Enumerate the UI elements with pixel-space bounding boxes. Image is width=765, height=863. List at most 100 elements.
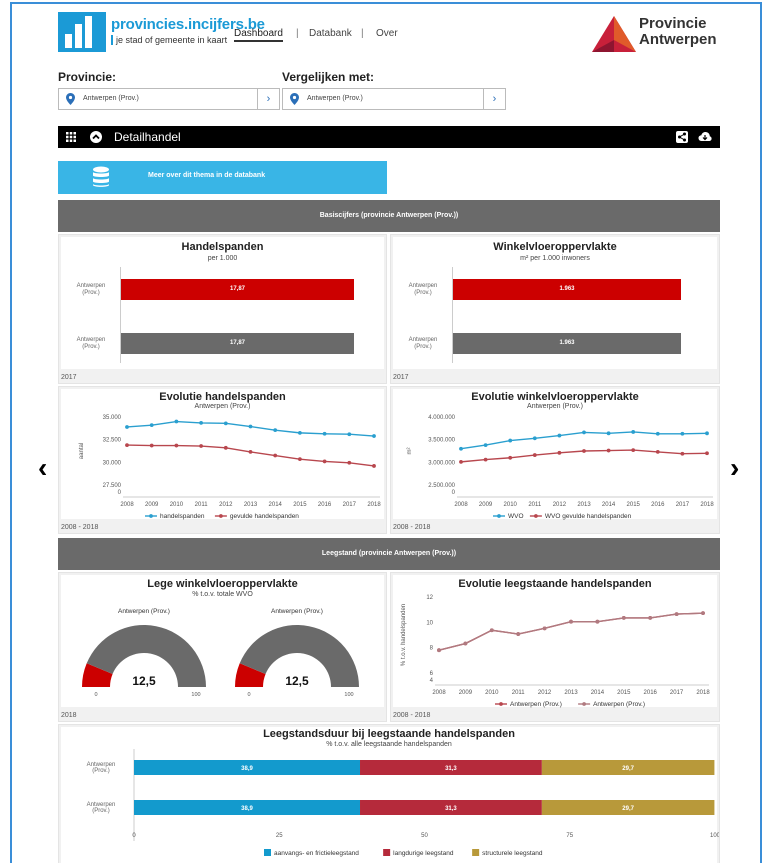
y-tick-label: 4.000.000 <box>428 415 455 421</box>
panel-inner: Leegstandsduur bij leegstaande handelspa… <box>61 727 719 863</box>
legend-label: langdurige leegstand <box>393 850 454 857</box>
y-axis-label: % t.o.v. handelspanden <box>401 604 407 666</box>
x-tick-label: 2011 <box>195 502 209 508</box>
x-tick-label: 2014 <box>602 502 616 508</box>
data-point <box>621 616 626 620</box>
legend-marker <box>534 514 538 518</box>
x-tick-label: 2010 <box>504 502 518 508</box>
panel-title: Evolutie winkelvloeroppervlakte <box>471 391 639 403</box>
data-point <box>298 430 302 435</box>
databank-button[interactable]: Meer over dit thema in de databank <box>58 161 387 194</box>
data-point <box>223 445 228 450</box>
nav-dashboard-label[interactable]: Dashboard <box>234 28 283 42</box>
map-pin-icon <box>290 93 299 105</box>
panel-title: Leegstandsduur bij leegstaande handelspa… <box>263 728 515 740</box>
data-point <box>437 648 441 653</box>
theme-bar: Detailhandel <box>58 126 720 148</box>
grid-menu-icon[interactable] <box>66 132 76 142</box>
data-point <box>606 431 611 436</box>
data-point <box>680 431 685 436</box>
x-tick-label: 2013 <box>244 502 258 508</box>
data-point <box>631 448 636 452</box>
compare-select[interactable]: Antwerpen (Prov.) › <box>282 88 506 110</box>
share-icon[interactable] <box>676 131 688 143</box>
bar-value[interactable]: 1.963 <box>453 279 681 300</box>
data-point <box>459 446 463 451</box>
panel-year: 2017 <box>393 374 409 381</box>
x-tick-label: 2008 <box>120 502 134 508</box>
x-tick-label: 2010 <box>170 502 184 508</box>
x-tick-label: 2008 <box>432 690 446 696</box>
theme-title: Detailhandel <box>114 130 181 144</box>
line-chart-handelspanden: 35.000 32.500 30.000 27.5000 2008 2009 2010 201… <box>79 415 381 520</box>
nav-dashboard[interactable]: Dashboard <box>234 28 283 42</box>
bar-value[interactable]: 17,87 <box>121 333 354 354</box>
cloud-download-icon[interactable] <box>698 131 712 143</box>
bar-value[interactable]: 17,87 <box>121 279 354 300</box>
data-point <box>463 641 468 646</box>
section-leegstand: Leegstand (provincie Antwerpen (Prov.)) <box>58 538 720 570</box>
x-tick-label: 2013 <box>577 502 591 508</box>
chevron-right-icon[interactable]: › <box>257 89 279 109</box>
nav-databank[interactable]: Databank <box>309 28 352 39</box>
chevron-right-icon[interactable]: › <box>483 89 505 109</box>
x-tick-label: 2010 <box>485 690 499 696</box>
data-point <box>483 457 488 462</box>
x-tick-label: 2014 <box>269 502 283 508</box>
province-brand: Provincie Antwerpen <box>639 16 717 48</box>
map-pin-icon <box>66 93 75 105</box>
panel-lege-wvo: Lege winkelvloeroppervlakte % t.o.v. tot… <box>58 572 387 722</box>
collapse-up-icon[interactable] <box>90 131 102 143</box>
x-tick-label: 2015 <box>627 502 641 508</box>
legend-marker <box>499 702 503 706</box>
province-select[interactable]: Antwerpen (Prov.) › <box>58 88 280 110</box>
x-tick-label: 2014 <box>591 690 605 696</box>
data-point <box>532 436 537 441</box>
data-point <box>248 450 253 454</box>
data-point <box>701 611 705 616</box>
x-tick-label: 2013 <box>564 690 578 696</box>
legend-marker <box>497 514 501 518</box>
data-point <box>582 430 586 435</box>
data-point <box>569 619 573 624</box>
logo-icon[interactable] <box>58 12 106 52</box>
province-brand-line2: Antwerpen <box>639 31 717 48</box>
chevron-left-icon[interactable]: ‹ <box>38 452 47 484</box>
bar-value[interactable]: 1.963 <box>453 333 681 354</box>
y-tick-label: 6 <box>430 671 434 677</box>
panel-title: Handelspanden <box>181 241 264 253</box>
data-point <box>372 464 376 468</box>
chevron-right-icon[interactable]: › <box>730 452 739 484</box>
y-tick-label: 35.000 <box>103 415 122 421</box>
app-frame: provincies.incijfers.be je stad of gemee… <box>10 2 762 863</box>
row-label: Antwerpen (Prov.) <box>76 337 106 350</box>
data-point <box>248 424 253 429</box>
gauge-min: 0 <box>247 692 250 698</box>
x-tick-label: 2017 <box>343 502 357 508</box>
x-tick-label: 2012 <box>219 502 233 508</box>
data-point <box>347 432 352 437</box>
legend-swatch <box>472 849 480 856</box>
panel-inner: Evolutie winkelvloeroppervlakte Antwerpe… <box>393 389 717 520</box>
segment-label: 31,3 <box>445 806 457 812</box>
x-tick-label: 2009 <box>145 502 159 508</box>
legend-marker <box>582 702 586 706</box>
data-point <box>322 459 327 464</box>
panel-inner: Evolutie handelspanden Antwerpen (Prov.)… <box>61 389 384 520</box>
data-point <box>542 626 547 631</box>
row-label: (Prov.) <box>92 808 110 814</box>
line-chart-wvo: 4.000.000 3.500.000 3.000.000 2.500.0000 200… <box>407 415 714 520</box>
province-logo-icon <box>592 16 636 52</box>
panel-subtitle: % t.o.v. alle leegstaande handelspanden <box>326 741 452 748</box>
data-point <box>595 619 600 624</box>
series-line-0 <box>126 420 375 437</box>
data-point <box>489 628 494 633</box>
gauge-value: 12,5 <box>132 674 156 688</box>
data-point <box>347 460 352 465</box>
nav-over[interactable]: Over <box>376 28 398 39</box>
x-tick-label: 2018 <box>367 502 381 508</box>
databank-button-label[interactable]: Meer over dit thema in de databank <box>148 172 265 179</box>
nav-separator: | <box>361 28 364 39</box>
legend-label: WVO gevulde handelspanden <box>545 513 632 520</box>
x-tick-label: 25 <box>276 833 283 839</box>
